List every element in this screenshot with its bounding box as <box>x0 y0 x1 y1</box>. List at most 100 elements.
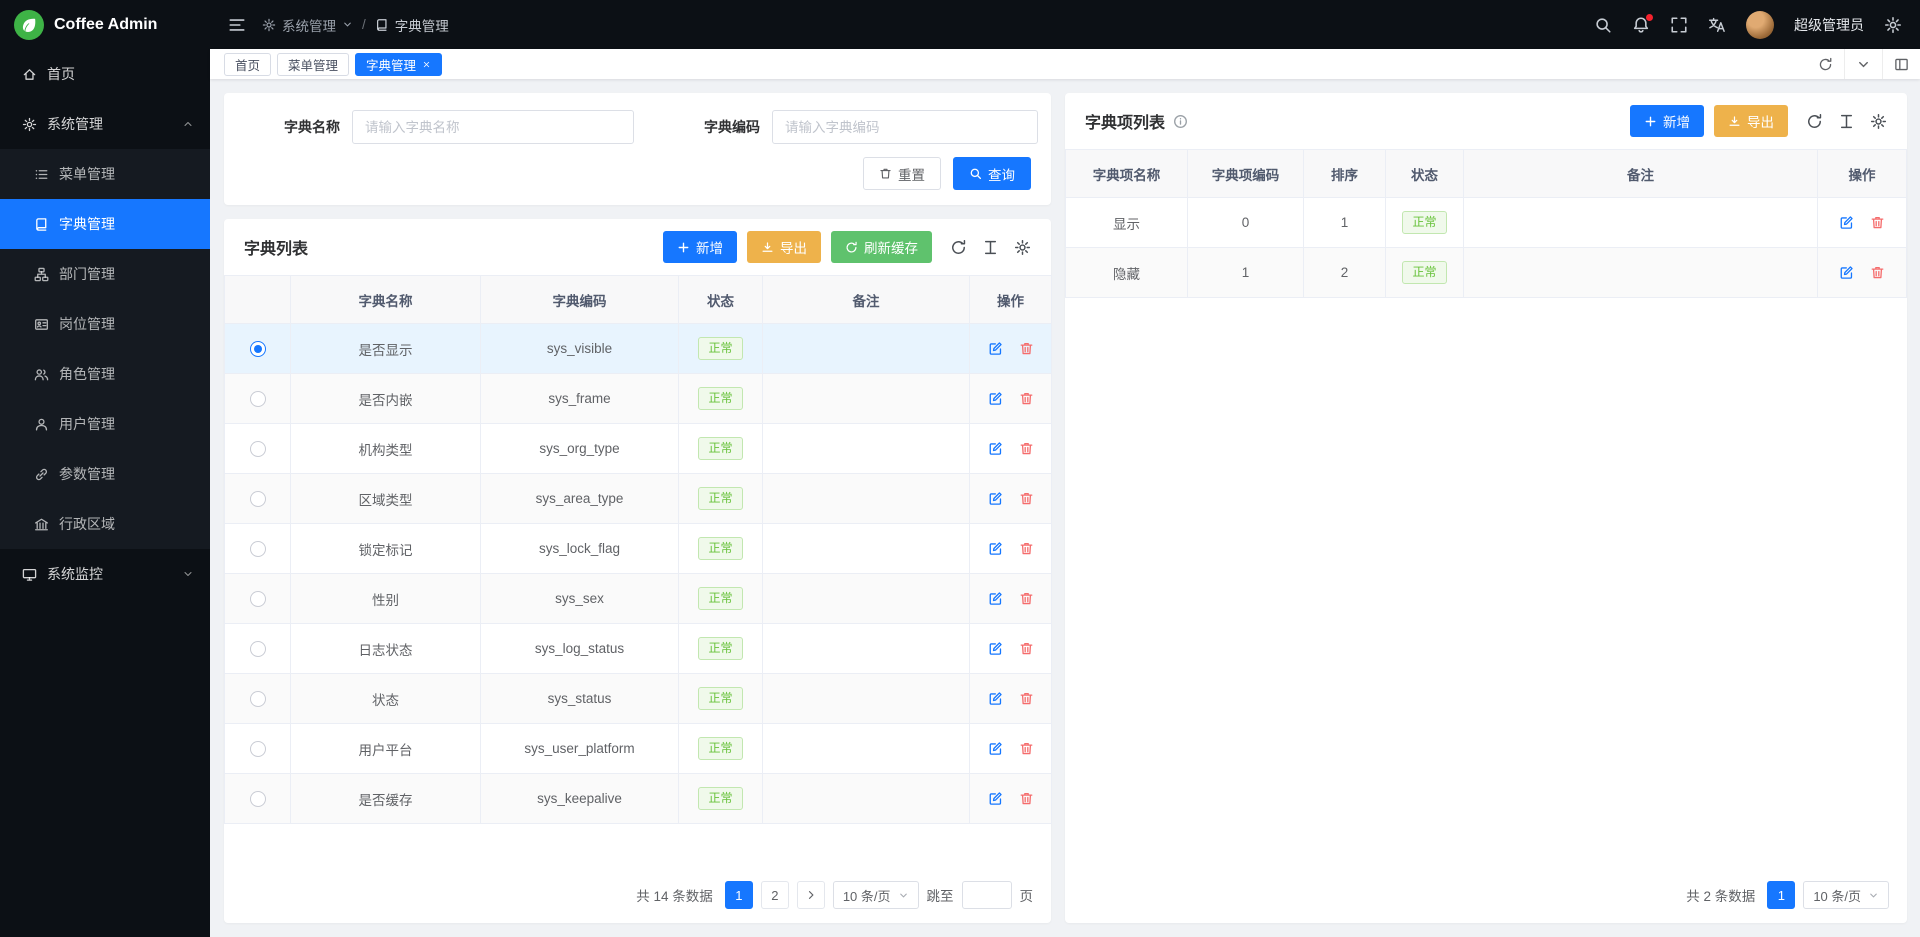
delete-icon[interactable] <box>1019 741 1034 756</box>
sidebar-item-10[interactable]: 系统监控 <box>0 549 210 599</box>
row-select-radio[interactable] <box>250 691 266 707</box>
sidebar-item-9[interactable]: 行政区域 <box>0 499 210 549</box>
delete-icon[interactable] <box>1870 265 1885 280</box>
add-item-button[interactable]: 新增 <box>1630 105 1704 137</box>
edit-icon[interactable] <box>988 741 1003 756</box>
edit-icon[interactable] <box>988 341 1003 356</box>
translate-icon[interactable] <box>1708 16 1726 34</box>
page-button-1[interactable]: 1 <box>725 881 753 909</box>
table-row[interactable]: 区域类型sys_area_type正常 <box>225 474 1052 524</box>
edit-icon[interactable] <box>988 441 1003 456</box>
delete-icon[interactable] <box>1019 491 1034 506</box>
delete-icon[interactable] <box>1019 391 1034 406</box>
export-dict-button[interactable]: 导出 <box>747 231 821 263</box>
export-item-button[interactable]: 导出 <box>1714 105 1788 137</box>
notification-bell-icon[interactable] <box>1632 16 1650 34</box>
tab-0[interactable]: 首页 <box>224 53 271 76</box>
table-gear-icon[interactable] <box>1870 113 1887 130</box>
remark-cell <box>763 524 970 574</box>
table-row[interactable]: 是否内嵌sys_frame正常 <box>225 374 1052 424</box>
table-row[interactable]: 是否缓存sys_keepalive正常 <box>225 774 1052 824</box>
notification-dot <box>1646 14 1653 21</box>
page-size-select[interactable]: 10 条/页 <box>833 881 919 909</box>
query-button[interactable]: 查询 <box>953 157 1031 190</box>
edit-icon[interactable] <box>988 541 1003 556</box>
row-select-radio[interactable] <box>250 341 266 357</box>
tab-1[interactable]: 菜单管理 <box>277 53 349 76</box>
delete-icon[interactable] <box>1019 591 1034 606</box>
refresh-table-icon[interactable] <box>950 239 967 256</box>
layout-panel-icon[interactable] <box>1882 49 1920 79</box>
search-icon[interactable] <box>1594 16 1612 34</box>
sidebar-item-6[interactable]: 角色管理 <box>0 349 210 399</box>
table-row[interactable]: 隐藏12正常 <box>1066 248 1907 298</box>
sidebar-item-3[interactable]: 字典管理 <box>0 199 210 249</box>
sidebar-item-7[interactable]: 用户管理 <box>0 399 210 449</box>
sidebar-item-4[interactable]: 部门管理 <box>0 249 210 299</box>
delete-icon[interactable] <box>1019 441 1034 456</box>
edit-icon[interactable] <box>988 691 1003 706</box>
edit-icon[interactable] <box>988 791 1003 806</box>
edit-icon[interactable] <box>988 391 1003 406</box>
row-select-radio[interactable] <box>250 491 266 507</box>
column-settings-icon[interactable] <box>982 239 999 256</box>
fullscreen-icon[interactable] <box>1670 16 1688 34</box>
add-dict-button[interactable]: 新增 <box>663 231 737 263</box>
page-button-1[interactable]: 1 <box>1767 881 1795 909</box>
row-select-radio[interactable] <box>250 641 266 657</box>
dict-name-input[interactable] <box>352 110 634 144</box>
delete-icon[interactable] <box>1019 791 1034 806</box>
delete-icon[interactable] <box>1870 215 1885 230</box>
refresh-table-icon[interactable] <box>1806 113 1823 130</box>
sidebar-item-8[interactable]: 参数管理 <box>0 449 210 499</box>
table-row[interactable]: 日志状态sys_log_status正常 <box>225 624 1052 674</box>
info-icon[interactable] <box>1173 114 1188 129</box>
edit-icon[interactable] <box>988 491 1003 506</box>
delete-icon[interactable] <box>1019 541 1034 556</box>
close-icon[interactable] <box>422 60 431 69</box>
table-row[interactable]: 用户平台sys_user_platform正常 <box>225 724 1052 774</box>
edit-icon[interactable] <box>988 591 1003 606</box>
sidebar-item-0[interactable]: 首页 <box>0 49 210 99</box>
delete-icon[interactable] <box>1019 341 1034 356</box>
page-size-select[interactable]: 10 条/页 <box>1803 881 1889 909</box>
row-select-radio[interactable] <box>250 541 266 557</box>
settings-gear-icon[interactable] <box>1884 16 1902 34</box>
edit-icon[interactable] <box>1839 215 1854 230</box>
row-select-radio[interactable] <box>250 591 266 607</box>
table-row[interactable]: 性别sys_sex正常 <box>225 574 1052 624</box>
refresh-cache-button[interactable]: 刷新缓存 <box>831 231 932 263</box>
row-select-radio[interactable] <box>250 791 266 807</box>
jump-page-input[interactable] <box>962 881 1012 909</box>
dict-code-input[interactable] <box>772 110 1038 144</box>
edit-icon[interactable] <box>1839 265 1854 280</box>
next-page-button[interactable] <box>797 881 825 909</box>
row-select-radio[interactable] <box>250 391 266 407</box>
delete-icon[interactable] <box>1019 641 1034 656</box>
bank-icon <box>34 517 49 532</box>
sidebar-item-2[interactable]: 菜单管理 <box>0 149 210 199</box>
table-gear-icon[interactable] <box>1014 239 1031 256</box>
row-select-radio[interactable] <box>250 741 266 757</box>
table-row[interactable]: 显示01正常 <box>1066 198 1907 248</box>
delete-icon[interactable] <box>1019 691 1034 706</box>
sidebar-item-1[interactable]: 系统管理 <box>0 99 210 149</box>
tab-options-chevron-down-icon[interactable] <box>1844 49 1882 79</box>
table-row[interactable]: 机构类型sys_org_type正常 <box>225 424 1052 474</box>
refresh-page-icon[interactable] <box>1807 49 1844 79</box>
table-row[interactable]: 状态sys_status正常 <box>225 674 1052 724</box>
chevron-down-icon <box>182 568 194 580</box>
row-select-radio[interactable] <box>250 441 266 457</box>
table-row[interactable]: 锁定标记sys_lock_flag正常 <box>225 524 1052 574</box>
table-row[interactable]: 是否显示sys_visible正常 <box>225 324 1052 374</box>
column-settings-icon[interactable] <box>1838 113 1855 130</box>
sidebar-item-5[interactable]: 岗位管理 <box>0 299 210 349</box>
tab-2[interactable]: 字典管理 <box>355 53 442 76</box>
reset-button[interactable]: 重置 <box>863 157 941 190</box>
edit-icon[interactable] <box>988 641 1003 656</box>
breadcrumb-parent[interactable]: 系统管理 <box>262 15 353 35</box>
username[interactable]: 超级管理员 <box>1794 15 1864 35</box>
collapse-sidebar-icon[interactable] <box>228 16 246 34</box>
page-button-2[interactable]: 2 <box>761 881 789 909</box>
user-avatar[interactable] <box>1746 11 1774 39</box>
